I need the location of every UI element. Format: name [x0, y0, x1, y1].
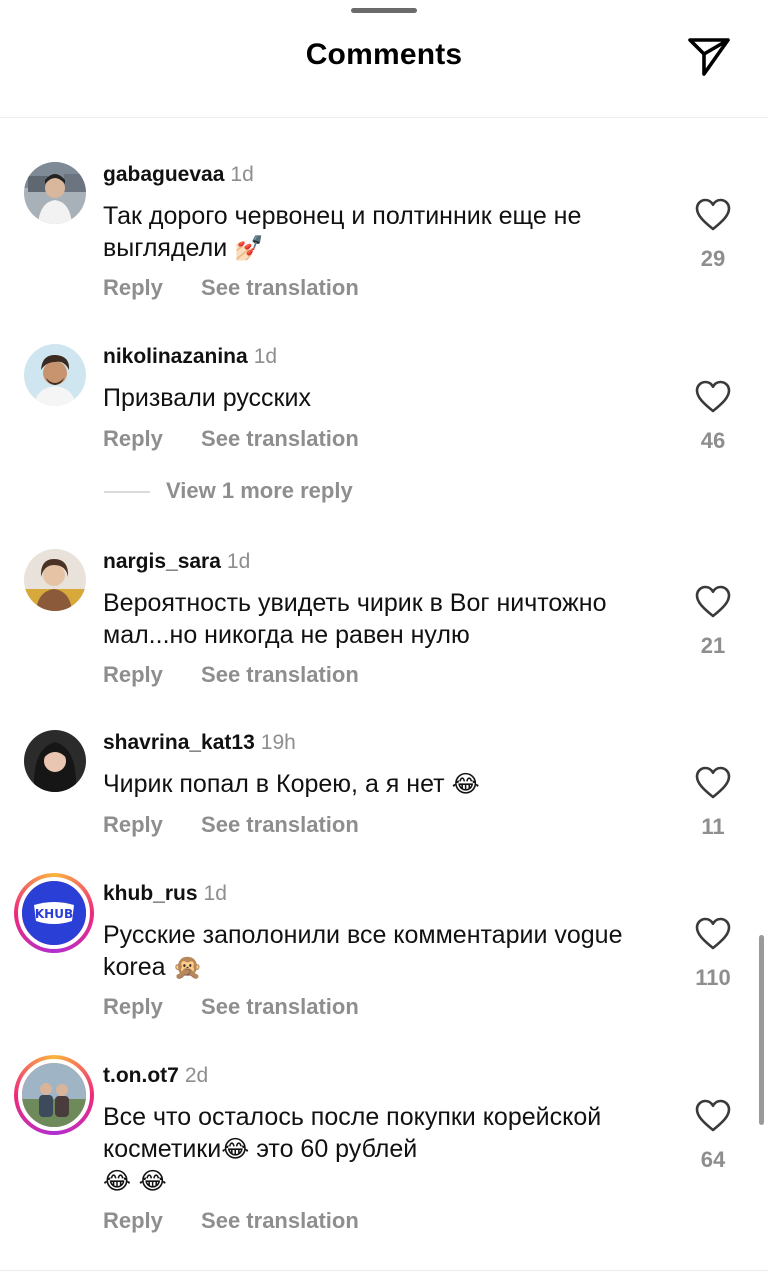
username[interactable]: nikolinazanina [103, 345, 248, 368]
khub-logo-text: KHUB [35, 907, 73, 921]
comment-body: Чирик попал в Корею, а я нет [103, 770, 445, 798]
avatar[interactable] [24, 344, 86, 406]
like-control: 29 [692, 198, 734, 272]
laughing-emoji: 😂 [221, 1135, 250, 1163]
page-title: Comments [305, 38, 463, 71]
view-replies-label: View 1 more reply [166, 478, 353, 503]
see-translation-button[interactable]: See translation [201, 812, 359, 837]
comments-header: Comments [0, 0, 768, 118]
comment-meta: shavrina_kat13 19h [103, 730, 296, 756]
like-count: 110 [695, 965, 731, 990]
khub-logo: KHUB [22, 881, 86, 945]
avatar[interactable] [24, 162, 86, 224]
like-control: 46 [692, 380, 734, 454]
avatar-photo [24, 730, 86, 792]
laughing-emoji-pair: 😂 😂 [103, 1167, 167, 1195]
like-control: 64 [692, 1099, 734, 1173]
avatar [18, 1059, 90, 1131]
like-count: 11 [701, 814, 725, 839]
comment-meta: t.on.ot7 2d [103, 1063, 208, 1089]
see-translation-button[interactable]: See translation [201, 1208, 359, 1233]
reply-button[interactable]: Reply [103, 426, 163, 451]
heart-outline-icon[interactable] [695, 1099, 731, 1133]
username[interactable]: shavrina_kat13 [103, 731, 255, 754]
username[interactable]: gabaguevaa [103, 163, 224, 186]
comment-body-tail: это 60 рублей [249, 1135, 418, 1163]
comment-text: Все что осталось после покупки корейской… [103, 1101, 678, 1197]
heart-outline-icon[interactable] [695, 766, 731, 800]
see-translation-button[interactable]: See translation [201, 275, 359, 300]
heart-outline-icon[interactable] [695, 198, 731, 232]
avatar-photo [24, 549, 86, 611]
comment-actions: Reply See translation [103, 275, 359, 301]
username[interactable]: t.on.ot7 [103, 1064, 179, 1087]
like-control: 21 [692, 585, 734, 659]
divider [104, 491, 150, 494]
like-count: 46 [700, 428, 726, 453]
timestamp: 2d [184, 1064, 209, 1087]
username[interactable]: nargis_sara [103, 550, 221, 573]
comment-meta: nikolinazanina 1d [103, 344, 277, 370]
heart-outline-icon[interactable] [695, 917, 731, 951]
comment-text: Русские заполонили все комментарии vogue… [103, 919, 678, 983]
nail-polish-emoji: 💅🏻 [234, 234, 265, 262]
avatar-photo [24, 162, 86, 224]
reply-button[interactable]: Reply [103, 662, 163, 687]
share-button[interactable] [686, 34, 732, 80]
heart-outline-icon[interactable] [695, 380, 731, 414]
heart-outline-icon[interactable] [695, 585, 731, 619]
comment-meta: nargis_sara 1d [103, 549, 250, 575]
avatar: KHUB [18, 877, 90, 949]
timestamp: 1d [253, 345, 278, 368]
comment-actions: Reply See translation [103, 812, 359, 838]
paper-plane-icon [688, 38, 730, 76]
timestamp: 1d [230, 163, 254, 186]
comment-text: Призвали русских [103, 382, 678, 414]
like-count: 29 [700, 246, 726, 271]
like-count: 21 [700, 633, 726, 658]
comment-actions: Reply See translation [103, 1208, 359, 1234]
avatar-story-ring[interactable] [14, 1055, 94, 1135]
comment-body: Призвали русских [103, 384, 311, 412]
timestamp: 19h [260, 731, 296, 754]
avatar[interactable] [24, 730, 86, 792]
reply-button[interactable]: Reply [103, 994, 163, 1019]
see-translation-button[interactable]: See translation [201, 994, 359, 1019]
avatar-photo [22, 1063, 86, 1127]
comment-text: Чирик попал в Корею, а я нет 😂 [103, 768, 678, 800]
timestamp: 1d [203, 882, 227, 905]
comment-text: Так дорого червонец и полтинник еще не в… [103, 200, 678, 264]
drag-handle[interactable] [351, 8, 417, 13]
avatar[interactable] [24, 549, 86, 611]
reply-button[interactable]: Reply [103, 1208, 163, 1233]
like-control: 11 [692, 766, 734, 840]
laughing-emoji: 😂 [451, 770, 480, 798]
comment-body: Так дорого червонец и полтинник еще не в… [103, 202, 582, 262]
scrollbar-thumb[interactable] [759, 935, 764, 1125]
username[interactable]: khub_rus [103, 882, 198, 905]
comments-list[interactable]: gabaguevaa 1d Так дорого червонец и полти… [0, 118, 768, 1280]
avatar-photo [24, 344, 86, 406]
like-count: 64 [700, 1147, 726, 1172]
bottom-divider [0, 1270, 768, 1280]
avatar-story-ring[interactable]: KHUB [14, 873, 94, 953]
reply-button[interactable]: Reply [103, 275, 163, 300]
view-replies-button[interactable]: View 1 more reply [104, 478, 353, 504]
see-translation-button[interactable]: See translation [201, 662, 359, 687]
see-translation-button[interactable]: See translation [201, 426, 359, 451]
timestamp: 1d [226, 550, 251, 573]
like-control: 110 [692, 917, 734, 991]
reply-button[interactable]: Reply [103, 812, 163, 837]
comment-meta: gabaguevaa 1d [103, 162, 254, 188]
comment-actions: Reply See translation [103, 662, 359, 688]
comment-meta: khub_rus 1d [103, 881, 227, 907]
comments-sheet: Comments gabaguevaa 1d Так дорого червон… [0, 0, 768, 1280]
comment-text: Вероятность увидеть чирик в Вог ничтожно… [103, 587, 678, 651]
speak-no-evil-monkey-emoji: 🙊 [172, 953, 203, 981]
comment-body: Вероятность увидеть чирик в Вог ничтожно… [103, 589, 607, 649]
comment-actions: Reply See translation [103, 994, 359, 1020]
comment-actions: Reply See translation [103, 426, 359, 452]
